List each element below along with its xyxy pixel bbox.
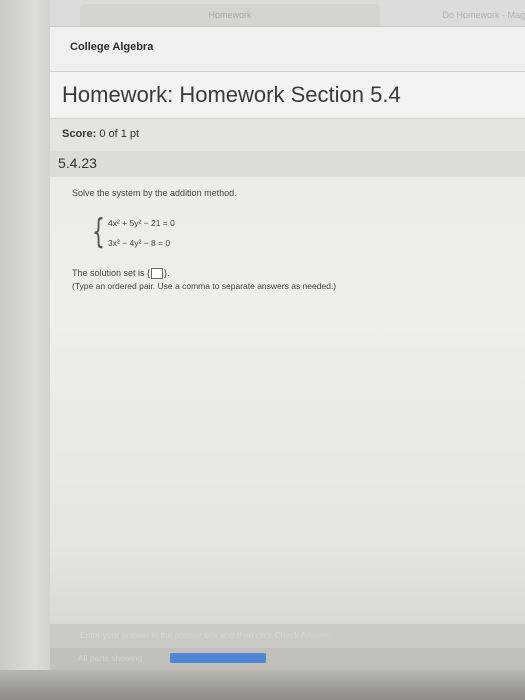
answer-hint: (Type an ordered pair. Use a comma to se… <box>72 281 337 291</box>
instruction-bar: Enter your answer in the answer box and … <box>50 624 525 648</box>
tab-homework[interactable]: Homework <box>80 4 380 26</box>
left-panel <box>0 0 50 700</box>
question-body: Solve the system by the addition method.… <box>50 178 525 618</box>
instruction-text: Enter your answer in the answer box and … <box>80 630 331 640</box>
tab-do-homework[interactable]: Do Homework - Mag <box>390 4 525 26</box>
course-header: College Algebra <box>50 27 525 72</box>
progress-fill <box>170 653 266 663</box>
course-title: College Algebra <box>70 41 154 53</box>
equation-1: 4x² + 5y² − 21 = 0 <box>108 218 175 228</box>
parts-bar: All parts showing <box>50 648 525 670</box>
score-value: 0 of 1 pt <box>99 128 140 140</box>
answer-line: The solution set is {}. <box>72 268 170 280</box>
score-label: Score: <box>62 128 97 140</box>
browser-tab-strip: Homework Do Homework - Mag <box>50 0 525 27</box>
question-prompt: Solve the system by the addition method. <box>72 188 237 198</box>
question-number-bar: 5.4.23 <box>50 151 525 177</box>
bottom-bezel <box>0 670 525 700</box>
answer-input[interactable] <box>151 268 164 280</box>
equation-2: 3x² − 4y² − 8 = 0 <box>108 238 171 248</box>
question-number: 5.4.23 <box>58 155 97 171</box>
answer-suffix: }. <box>164 268 170 278</box>
brace-icon: { <box>92 212 105 252</box>
homework-title: Homework: Homework Section 5.4 <box>62 82 401 107</box>
equation-system: { 4x² + 5y² − 21 = 0 3x² − 4y² − 8 = 0 <box>92 212 212 254</box>
progress-bar <box>170 653 266 663</box>
parts-label[interactable]: All parts showing <box>78 653 142 663</box>
homework-header: Homework: Homework Section 5.4 <box>50 72 525 117</box>
score-bar: Score: 0 of 1 pt <box>50 118 525 152</box>
answer-prefix: The solution set is { <box>72 268 151 278</box>
score-display: Score: 0 of 1 pt <box>62 128 139 140</box>
screen: Homework Do Homework - Mag College Algeb… <box>0 0 525 700</box>
